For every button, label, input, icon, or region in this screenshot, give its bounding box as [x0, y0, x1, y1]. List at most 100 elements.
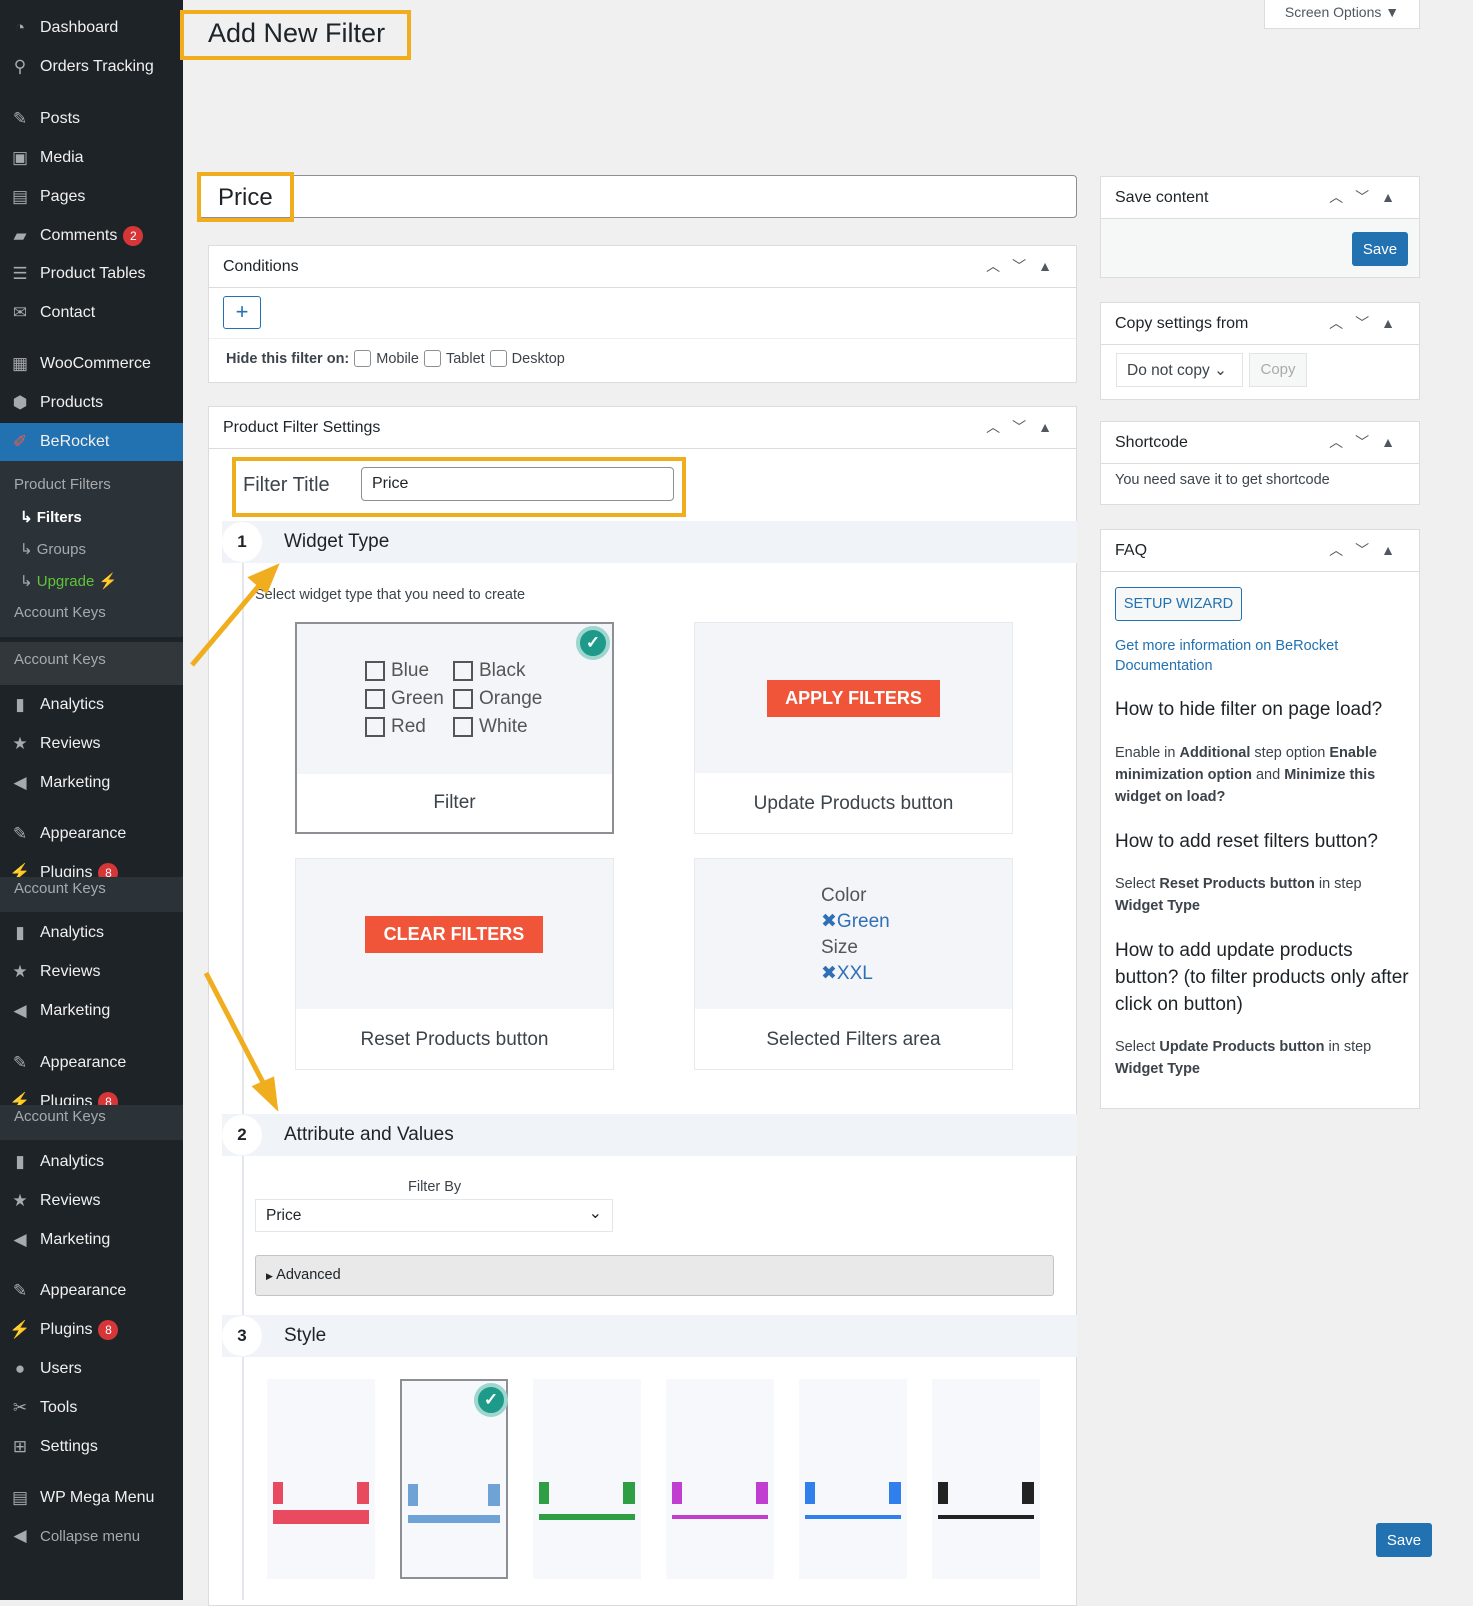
footer-save-button[interactable]: Save [1376, 1523, 1432, 1557]
slider-track [408, 1515, 500, 1523]
mobile-checkbox[interactable] [354, 350, 372, 367]
post-title-input[interactable]: Price [198, 175, 1077, 218]
style-option[interactable] [666, 1379, 774, 1579]
menu-dashboard[interactable]: ◔ Dashboard [0, 15, 183, 41]
menu-orders-tracking[interactable]: ⚲ Orders Tracking [0, 54, 183, 80]
widget-card-reset-products[interactable]: CLEAR FILTERS Reset Products button [295, 858, 614, 1070]
advanced-label: Advanced [276, 1267, 341, 1283]
user-icon: ● [14, 1359, 26, 1378]
documentation-link[interactable]: Get more information on BeRocket Documen… [1115, 636, 1365, 676]
copy-from-select[interactable]: Do not copy ⌄ [1116, 353, 1243, 387]
arrow-head-icon [251, 1076, 279, 1112]
slider-track [805, 1515, 901, 1519]
menu-reviews[interactable]: ★ Reviews [0, 1188, 183, 1214]
slider-handle-right [889, 1482, 901, 1504]
menu-marketing[interactable]: ◀ Marketing [0, 770, 183, 796]
tablet-checkbox[interactable] [423, 350, 441, 367]
menu-settings[interactable]: ⊞ Settings [0, 1434, 183, 1460]
save-button[interactable]: Save [1352, 232, 1408, 266]
submenu-account-keys[interactable]: Account Keys [14, 651, 106, 668]
add-condition-button[interactable]: + [223, 296, 261, 329]
submenu-filters[interactable]: ↳ Filters [20, 508, 82, 526]
panel-controls-icon[interactable]: ︿﹀▲ [986, 417, 1064, 437]
advanced-toggle[interactable]: ▶ Advanced [255, 1255, 1054, 1296]
widget-card-update-products[interactable]: APPLY FILTERS Update Products button [694, 622, 1013, 834]
menu-products[interactable]: ⬢ Products [0, 390, 183, 416]
style-option[interactable] [932, 1379, 1040, 1579]
menu-plugins[interactable]: ⚡ Plugins 8 [0, 1317, 183, 1343]
faq-question: How to add update products button? (to f… [1115, 940, 1409, 1015]
star-icon: ★ [12, 962, 28, 981]
submenu-label: Upgrade [36, 573, 95, 590]
menu-reviews[interactable]: ★ Reviews [0, 959, 183, 985]
faq-answer: Select Update Products button in step Wi… [1115, 1039, 1372, 1077]
panel-controls-icon[interactable]: ︿﹀▲ [1329, 187, 1407, 207]
highlight-box [232, 457, 686, 517]
menu-pages[interactable]: ▤ Pages [0, 184, 183, 210]
slider-handle-left [672, 1482, 682, 1504]
star-icon: ★ [12, 734, 28, 753]
slider-handle-right [623, 1482, 635, 1504]
menu-label: Collapse menu [40, 1527, 141, 1545]
submenu-account-keys[interactable]: Account Keys [14, 1108, 106, 1125]
submenu-groups[interactable]: ↳ Groups [20, 540, 86, 558]
style-option[interactable]: ✓ [400, 1379, 508, 1579]
menu-reviews[interactable]: ★ Reviews [0, 731, 183, 757]
menu-label: Orders Tracking [40, 58, 154, 75]
menu-contact[interactable]: ✉ Contact [0, 300, 183, 326]
panel-controls-icon[interactable]: ︿﹀▲ [986, 256, 1064, 276]
panel-controls-icon[interactable]: ︿﹀▲ [1329, 432, 1407, 452]
selected-line: Size [821, 937, 858, 958]
menu-comments[interactable]: ▰ Comments 2 [0, 223, 183, 249]
menu-woocommerce[interactable]: ▦ WooCommerce [0, 351, 183, 377]
clear-filters-preview: CLEAR FILTERS [365, 916, 543, 953]
submenu-account-keys[interactable]: Account Keys [14, 604, 106, 621]
menu-appearance[interactable]: ✎ Appearance [0, 1050, 183, 1076]
menu-posts[interactable]: ✎ Posts [0, 106, 183, 132]
menu-appearance[interactable]: ✎ Appearance [0, 821, 183, 847]
menu-analytics[interactable]: ▮ Analytics [0, 1149, 183, 1175]
desktop-checkbox[interactable] [489, 350, 507, 367]
option-label: Blue [391, 660, 430, 681]
menu-users[interactable]: ● Users [0, 1356, 183, 1382]
list-icon: ☰ [12, 264, 28, 283]
style-option[interactable] [533, 1379, 641, 1579]
chart-icon: ▮ [15, 1152, 25, 1171]
filter-by-select[interactable]: Price ⌄ [255, 1199, 613, 1232]
step-title: Widget Type [284, 531, 390, 552]
menu-analytics[interactable]: ▮ Analytics [0, 692, 183, 718]
menu-media[interactable]: ▣ Media [0, 145, 183, 171]
widget-card-selected-filters[interactable]: Color ✖Green Size ✖XXL Selected Filters … [694, 858, 1013, 1070]
menu-berocket[interactable]: ✐ BeRocket [0, 429, 183, 455]
widget-card-filter[interactable]: Blue Black Green Orange Red White ✓ Filt… [295, 622, 614, 834]
conditions-panel: Conditions ︿﹀▲ + Hide this filter on: Mob… [208, 245, 1077, 383]
menu-marketing[interactable]: ◀ Marketing [0, 998, 183, 1024]
menu-tools[interactable]: ✂ Tools [0, 1395, 183, 1421]
menu-product-tables[interactable]: ☰ Product Tables [0, 261, 183, 287]
submenu-upgrade[interactable]: ↳ Upgrade ⚡ [20, 572, 117, 590]
style-option[interactable] [267, 1379, 375, 1579]
setup-wizard-button[interactable]: SETUP WIZARD [1115, 587, 1242, 621]
menu-wp-mega-menu[interactable]: ▤ WP Mega Menu [0, 1485, 183, 1511]
panel-title: Product Filter Settings [223, 418, 381, 436]
checkbox-label: Desktop [511, 350, 565, 367]
collapse-menu[interactable]: ◀ Collapse menu [0, 1523, 183, 1549]
menu-analytics[interactable]: ▮ Analytics [0, 920, 183, 946]
step-style: 3 Style [222, 1315, 1077, 1357]
option-label: Red [391, 716, 426, 737]
slider-track [273, 1510, 369, 1524]
copy-button[interactable]: Copy [1249, 353, 1307, 387]
submenu-account-keys[interactable]: Account Keys [14, 880, 106, 897]
copy-settings-panel: Copy settings from ︿﹀▲ Do not copy ⌄ Copy [1100, 302, 1420, 400]
panel-controls-icon[interactable]: ︿﹀▲ [1329, 313, 1407, 333]
panel-controls-icon[interactable]: ︿﹀▲ [1329, 540, 1407, 560]
widget-label: Selected Filters area [766, 1029, 941, 1050]
slider-track [539, 1514, 635, 1520]
screen-options-button[interactable]: Screen Options ▼ [1264, 0, 1420, 29]
megaphone-icon: ◀ [13, 773, 27, 792]
menu-appearance[interactable]: ✎ Appearance [0, 1278, 183, 1304]
submenu-product-filters[interactable]: Product Filters [14, 476, 111, 493]
style-option[interactable] [799, 1379, 907, 1579]
menu-marketing[interactable]: ◀ Marketing [0, 1227, 183, 1253]
checkbox-icon [365, 688, 385, 709]
